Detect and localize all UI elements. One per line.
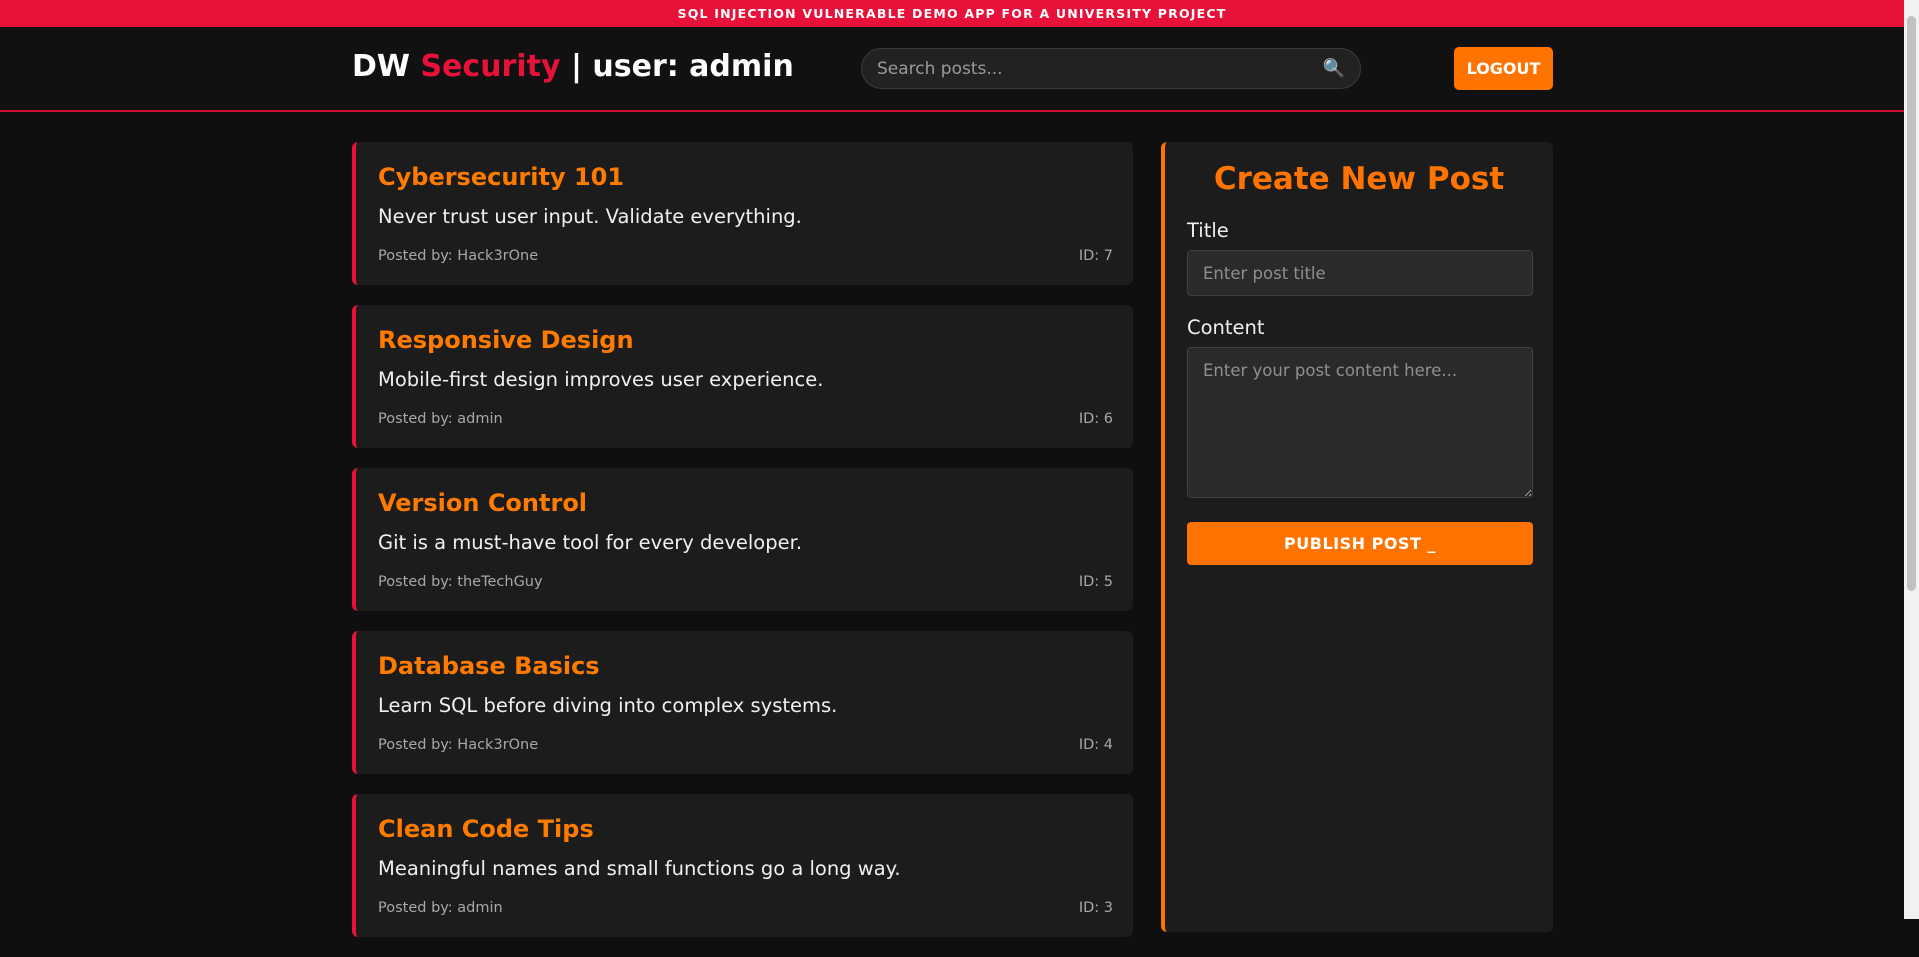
post-author: Posted by: Hack3rOne (378, 737, 539, 753)
post-id: ID: 4 (1078, 737, 1113, 753)
search-icon[interactable]: 🔍 (1323, 58, 1345, 79)
scrollbar-thumb[interactable] (1907, 16, 1916, 591)
post-author: Posted by: Hack3rOne (378, 248, 539, 264)
post-content: Mobile-first design improves user experi… (378, 368, 824, 391)
content-label: Content (1187, 316, 1265, 339)
search-bar[interactable]: 🔍 (861, 48, 1361, 89)
search-input[interactable] (877, 58, 1323, 79)
post-id: ID: 3 (1078, 900, 1113, 916)
post-title: Cybersecurity 101 (378, 163, 625, 191)
brand-accent: Security (420, 49, 561, 84)
page-scrollbar[interactable] (1904, 0, 1919, 919)
post-title-input[interactable] (1187, 250, 1533, 296)
post-author: Posted by: theTechGuy (378, 574, 543, 590)
post-card: Version Control Git is a must-have tool … (352, 468, 1133, 611)
publish-post-button[interactable]: PUBLISH POST _ (1187, 522, 1533, 565)
post-content: Git is a must-have tool for every develo… (378, 531, 803, 554)
post-content: Learn SQL before diving into complex sys… (378, 694, 838, 717)
create-post-panel: Create New Post Title Content PUBLISH PO… (1161, 142, 1553, 932)
post-card: Responsive Design Mobile-first design im… (352, 305, 1133, 448)
post-id: ID: 7 (1078, 248, 1113, 264)
post-content-textarea[interactable] (1187, 347, 1533, 498)
post-id: ID: 5 (1078, 574, 1113, 590)
post-author: Posted by: admin (378, 411, 503, 427)
post-title: Version Control (378, 489, 588, 517)
post-title: Clean Code Tips (378, 815, 594, 843)
post-card: Database Basics Learn SQL before diving … (352, 631, 1133, 774)
brand-title: DW Security | user: admin (352, 49, 794, 84)
header: DW Security | user: admin 🔍 LOGOUT (0, 27, 1904, 112)
post-list: Cybersecurity 101 Never trust user input… (352, 142, 1133, 957)
brand-prefix: DW (352, 49, 410, 84)
post-id: ID: 6 (1078, 411, 1113, 427)
post-card: Cybersecurity 101 Never trust user input… (352, 142, 1133, 285)
post-content: Meaningful names and small functions go … (378, 857, 901, 880)
warning-banner: SQL INJECTION VULNERABLE DEMO APP FOR A … (0, 0, 1904, 27)
post-author: Posted by: admin (378, 900, 503, 916)
create-post-heading: Create New Post (1213, 161, 1505, 197)
post-content: Never trust user input. Validate everyth… (378, 205, 802, 228)
post-title: Responsive Design (378, 326, 634, 354)
warning-banner-text: SQL INJECTION VULNERABLE DEMO APP FOR A … (677, 6, 1227, 21)
post-title: Database Basics (378, 652, 600, 680)
logout-button[interactable]: LOGOUT (1454, 47, 1553, 90)
post-card: Clean Code Tips Meaningful names and sma… (352, 794, 1133, 937)
current-user: | user: admin (570, 49, 794, 84)
title-label: Title (1187, 219, 1229, 242)
